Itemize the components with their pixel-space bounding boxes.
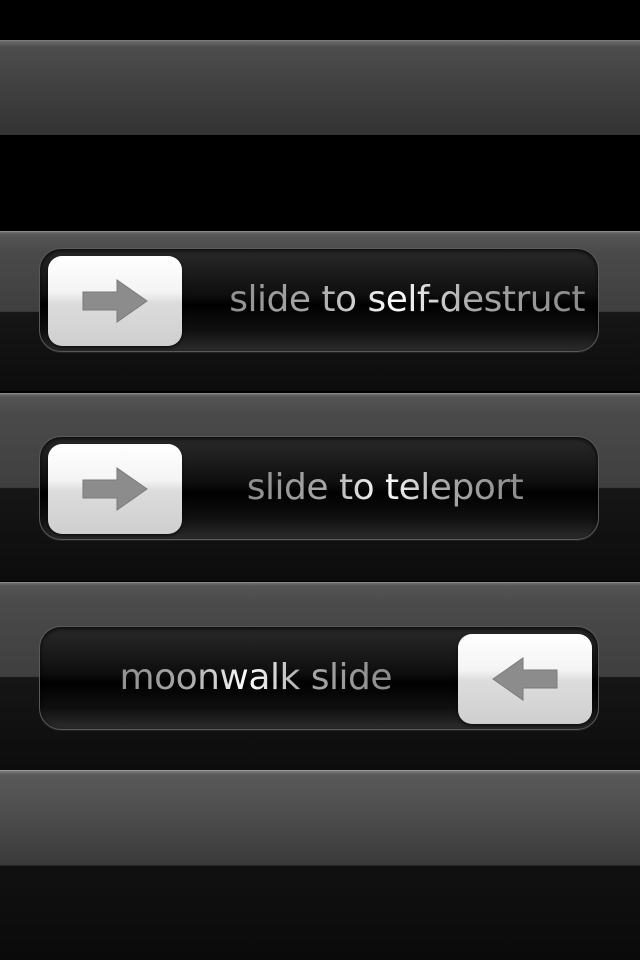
slider-knob-teleport[interactable] (48, 444, 182, 534)
arrow-right-icon (82, 279, 148, 323)
slider-label-self-destruct: slide to self-destruct (205, 249, 585, 351)
slider-label-teleport: slide to teleport (240, 437, 530, 539)
slider-track-moonwalk[interactable]: moonwalk slide (39, 626, 599, 730)
bottom-band (0, 770, 640, 960)
slider-knob-self-destruct[interactable] (48, 256, 182, 346)
arrow-right-icon (82, 467, 148, 511)
slider-knob-moonwalk[interactable] (458, 634, 592, 724)
slider-panel-self-destruct: slide to self-destruct (0, 231, 640, 391)
slider-panel-teleport: slide to teleport (0, 393, 640, 581)
arrow-left-icon (492, 657, 558, 701)
slider-track-teleport[interactable]: slide to teleport (39, 436, 599, 540)
slider-track-self-destruct[interactable]: slide to self-destruct (39, 248, 599, 352)
top-band (0, 40, 640, 135)
slider-label-moonwalk: moonwalk slide (102, 627, 393, 729)
screen: slide to self-destruct slide to teleport… (0, 0, 640, 960)
slider-panel-moonwalk: moonwalk slide (0, 582, 640, 770)
